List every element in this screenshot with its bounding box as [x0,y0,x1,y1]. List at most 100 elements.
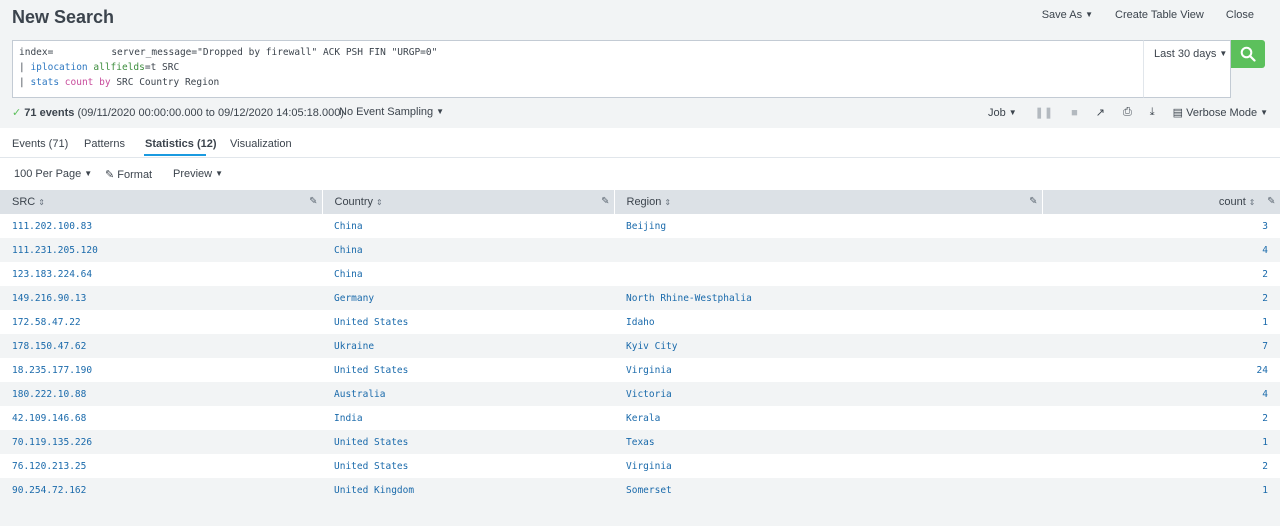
caret-down-icon: ▼ [1008,107,1017,117]
cell-src[interactable]: 42.109.146.68 [0,406,322,430]
cell-src[interactable]: 178.150.47.62 [0,334,322,358]
cell-region[interactable]: Victoria [614,382,1042,406]
table-header-row: SRC ⇕ ✎ Country ⇕ ✎ Region ⇕ ✎ count ⇕ ✎ [0,190,1280,214]
sort-icon: ⇕ [664,198,672,207]
cell-src[interactable]: 90.254.72.162 [0,478,322,502]
header-label: Region [626,196,662,208]
cell-country[interactable]: United States [322,310,614,334]
mode-label: Verbose Mode [1186,107,1258,119]
tab-patterns[interactable]: Patterns [84,138,125,150]
cell-count[interactable]: 1 [1042,430,1280,454]
share-icon[interactable]: ↗ [1096,106,1105,119]
job-status-row: ✓ 71 events (09/11/2020 00:00:00.000 to … [12,106,1268,122]
caret-down-icon: ▼ [84,169,93,178]
cell-region[interactable]: Beijing [614,214,1042,238]
search-mode-menu[interactable]: ▤ Verbose Mode ▼ [1173,106,1268,119]
cell-src[interactable]: 172.58.47.22 [0,310,322,334]
cell-country[interactable]: Germany [322,286,614,310]
cell-region[interactable]: Idaho [614,310,1042,334]
cell-count[interactable]: 2 [1042,286,1280,310]
cell-src[interactable]: 18.235.177.190 [0,358,322,382]
event-sampling-dropdown[interactable]: No Event Sampling ▼ [339,106,444,118]
save-as-label: Save As [1041,9,1083,21]
query-argument: allfields [93,62,145,73]
time-range-picker[interactable]: Last 30 days ▼ [1143,40,1231,98]
cell-country[interactable]: Ukraine [322,334,614,358]
stop-icon[interactable]: ■ [1071,107,1078,119]
cell-src[interactable]: 123.183.224.64 [0,262,322,286]
cell-country[interactable]: United States [322,358,614,382]
tab-events[interactable]: Events (71) [12,138,68,150]
format-label: Format [117,169,153,181]
cell-region[interactable]: Virginia [614,454,1042,478]
results-toolbar: 100 Per Page ▼ ✎ Format Preview ▼ [0,158,1280,190]
per-page-dropdown[interactable]: 100 Per Page ▼ [14,168,92,180]
cell-count[interactable]: 2 [1042,454,1280,478]
column-header-count[interactable]: count ⇕ ✎ [1042,190,1280,214]
query-line-3: | stats count by SRC Country Region [19,75,1137,90]
create-table-view-button[interactable]: Create Table View [1115,9,1204,21]
query-rest: SRC Country Region [116,77,220,88]
query-line-1: index= server_message="Dropped by firewal… [19,45,1137,60]
cell-src[interactable]: 76.120.213.25 [0,454,322,478]
print-icon[interactable]: ⎙ [1123,106,1132,119]
cell-region[interactable]: Texas [614,430,1042,454]
preview-label: Preview [173,168,213,180]
cell-country[interactable]: China [322,214,614,238]
mode-icon: ▤ [1172,107,1184,119]
cell-country[interactable]: United Kingdom [322,478,614,502]
cell-country[interactable]: United States [322,430,614,454]
cell-src[interactable]: 180.222.10.88 [0,382,322,406]
cell-count[interactable]: 3 [1042,214,1280,238]
export-icon[interactable]: ⤓ [1150,106,1155,119]
cell-count[interactable]: 24 [1042,358,1280,382]
cell-count[interactable]: 1 [1042,310,1280,334]
cell-region[interactable]: North Rhine-Westphalia [614,286,1042,310]
cell-count[interactable]: 4 [1042,238,1280,262]
cell-country[interactable]: China [322,238,614,262]
cell-src[interactable]: 149.216.90.13 [0,286,322,310]
cell-count[interactable]: 2 [1042,262,1280,286]
search-query-input[interactable]: index= server_message="Dropped by firewal… [12,40,1143,98]
cell-country[interactable]: India [322,406,614,430]
pencil-icon[interactable]: ✎ [601,196,609,207]
column-header-country[interactable]: Country ⇕ ✎ [322,190,615,214]
cell-region[interactable]: Somerset [614,478,1042,502]
tab-statistics[interactable]: Statistics (12) [145,138,217,150]
cell-country[interactable]: United States [322,454,614,478]
pencil-icon[interactable]: ✎ [309,196,317,207]
top-bar: New Search Save As ▼ Create Table View Cl… [0,0,1280,38]
time-range-label: Last 30 days [1154,48,1217,60]
cell-region[interactable] [614,238,1042,262]
column-header-src[interactable]: SRC ⇕ ✎ [0,190,323,214]
cell-region[interactable]: Kyiv City [614,334,1042,358]
cell-region[interactable] [614,262,1042,286]
job-menu[interactable]: Job ▼ [988,107,1017,119]
query-command: stats [30,77,60,88]
search-button[interactable] [1231,40,1265,68]
cell-region[interactable]: Kerala [614,406,1042,430]
preview-dropdown[interactable]: Preview ▼ [173,168,223,180]
check-icon: ✓ [12,107,22,119]
pause-icon[interactable]: ❚❚ [1035,106,1053,119]
header-label: count [1218,196,1246,208]
cell-count[interactable]: 4 [1042,382,1280,406]
save-as-menu[interactable]: Save As ▼ [1042,9,1093,21]
cell-count[interactable]: 1 [1042,478,1280,502]
close-button[interactable]: Close [1226,9,1254,21]
cell-src[interactable]: 111.231.205.120 [0,238,322,262]
pencil-icon[interactable]: ✎ [1029,196,1037,207]
cell-country[interactable]: Australia [322,382,614,406]
cell-count[interactable]: 2 [1042,406,1280,430]
cell-country[interactable]: China [322,262,614,286]
cell-src[interactable]: 70.119.135.226 [0,430,322,454]
cell-count[interactable]: 7 [1042,334,1280,358]
column-header-region[interactable]: Region ⇕ ✎ [614,190,1043,214]
format-button[interactable]: ✎ Format [105,168,152,181]
cell-region[interactable]: Virginia [614,358,1042,382]
pencil-icon[interactable]: ✎ [1267,196,1275,207]
header-label: Country [334,196,374,208]
cell-src[interactable]: 111.202.100.83 [0,214,322,238]
tab-visualization[interactable]: Visualization [230,138,292,150]
caret-down-icon: ▼ [1260,108,1268,117]
